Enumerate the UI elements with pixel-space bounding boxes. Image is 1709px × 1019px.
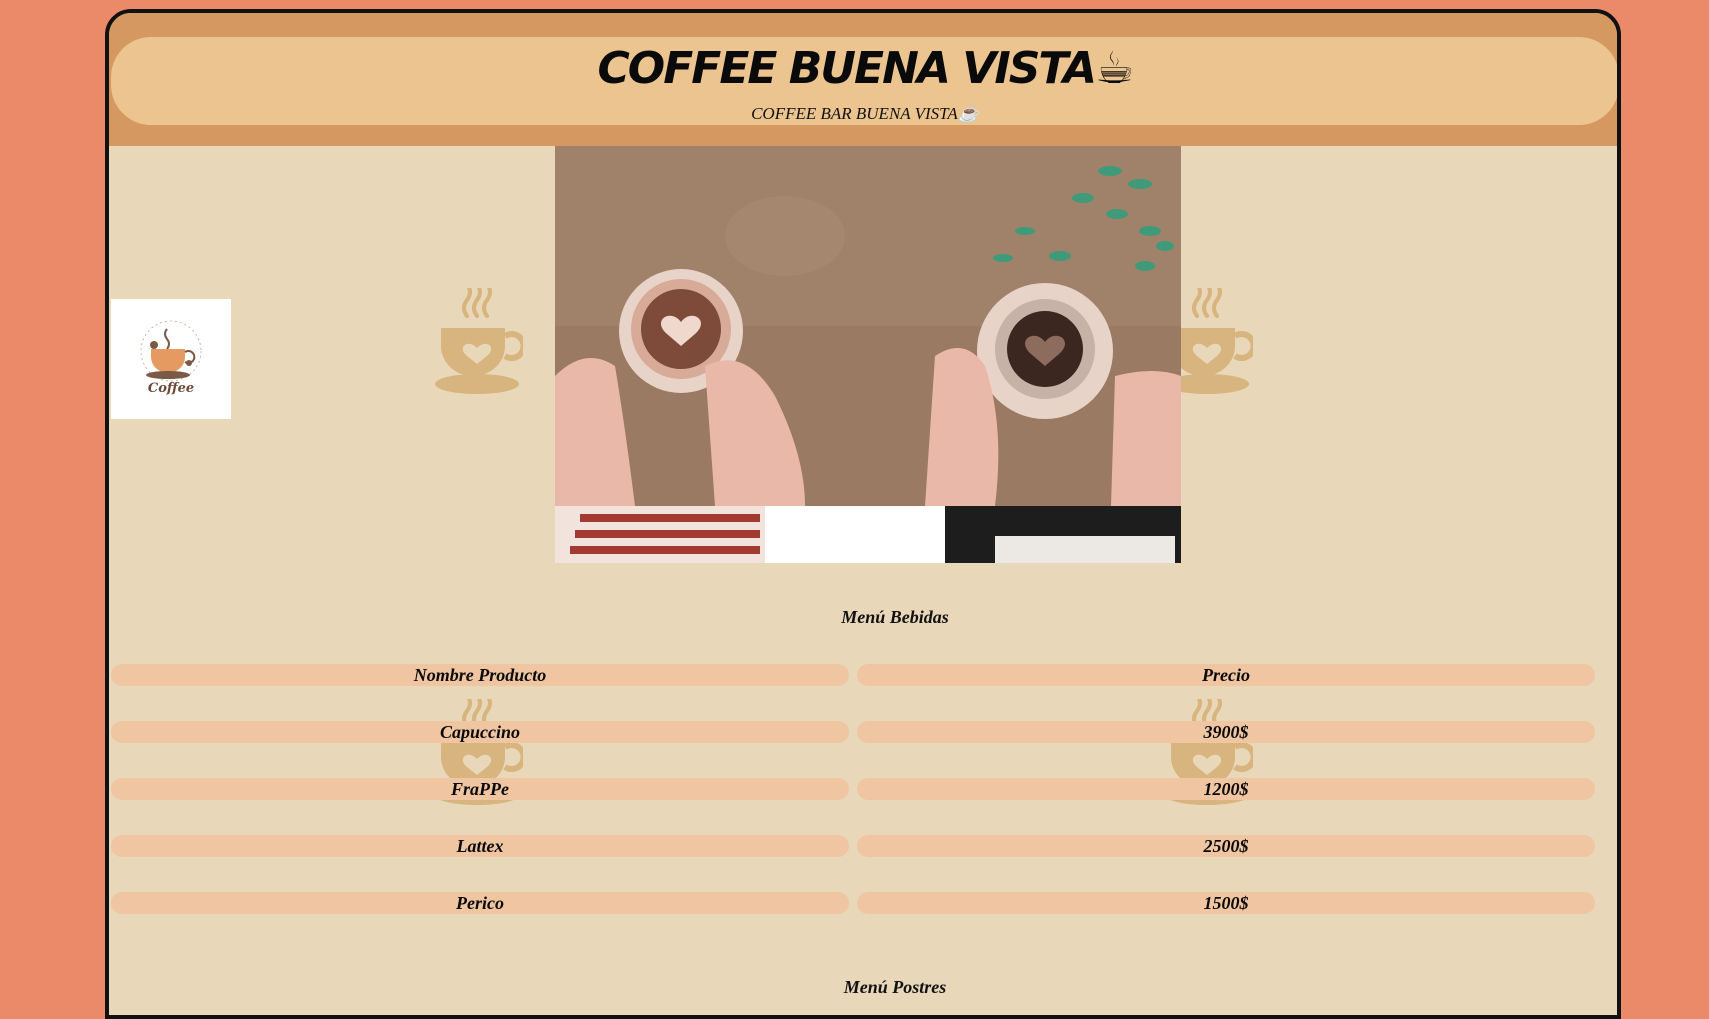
product-name-cell: Lattex xyxy=(111,835,849,857)
table-row: Perico 1500$ xyxy=(111,892,1597,914)
drinks-menu-title: Menú Bebidas xyxy=(841,607,949,627)
column-header-product: Nombre Producto xyxy=(111,664,849,686)
site-subtitle: COFFEE BAR BUENA VISTA☕ xyxy=(751,104,979,123)
table-row: FraPPe 1200$ xyxy=(111,778,1597,800)
hero-image xyxy=(555,146,1181,563)
product-name-cell: FraPPe xyxy=(111,778,849,800)
coffee-logo-icon xyxy=(140,320,202,382)
desserts-menu-title: Menú Postres xyxy=(843,977,947,997)
logo-label: Coffee xyxy=(147,381,195,396)
table-header-row: Nombre Producto Precio xyxy=(111,664,1597,686)
coffee-cup-decoration-icon xyxy=(435,288,523,394)
product-name-cell: Perico xyxy=(111,892,849,914)
header-banner: COFFEE BUENA VISTA☕ COFFEE BAR BUENA VIS… xyxy=(111,37,1617,125)
product-price-cell: 1500$ xyxy=(857,892,1595,914)
product-price-cell: 1200$ xyxy=(857,778,1595,800)
page-container: COFFEE BUENA VISTA☕ COFFEE BAR BUENA VIS… xyxy=(105,9,1621,1019)
product-price-cell: 3900$ xyxy=(857,721,1595,743)
table-row: Lattex 2500$ xyxy=(111,835,1597,857)
site-header: COFFEE BUENA VISTA☕ COFFEE BAR BUENA VIS… xyxy=(109,13,1617,146)
product-price-cell: 2500$ xyxy=(857,835,1595,857)
coffee-couple-illustration-icon xyxy=(555,146,1181,563)
column-header-price: Precio xyxy=(857,664,1595,686)
product-name-cell: Capuccino xyxy=(111,721,849,743)
table-row: Capuccino 3900$ xyxy=(111,721,1597,743)
site-title: COFFEE BUENA VISTA☕ xyxy=(597,43,1135,94)
coffee-logo: Coffee xyxy=(111,299,231,419)
